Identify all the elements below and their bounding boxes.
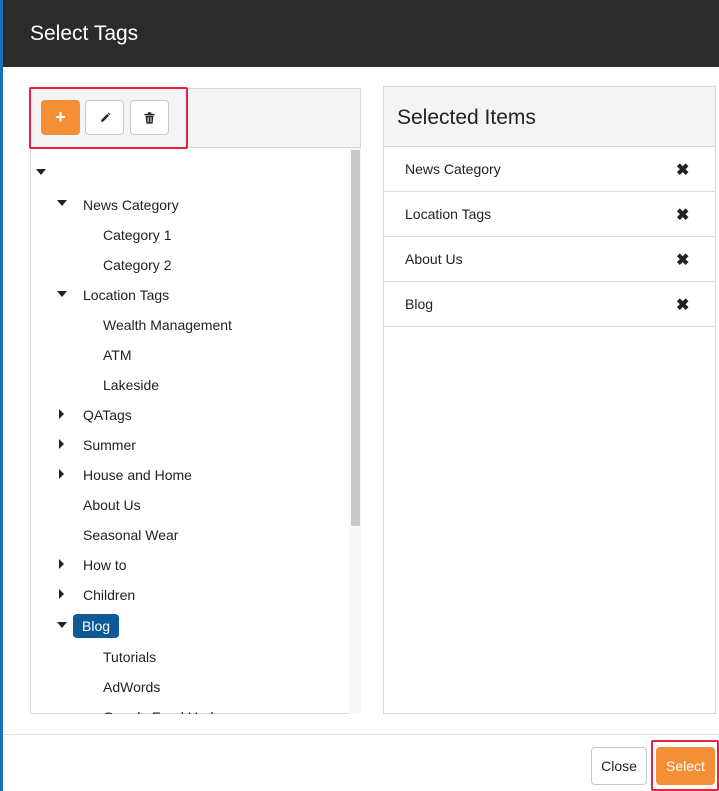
- tree-node[interactable]: About Us: [83, 493, 141, 517]
- tree-node[interactable]: QATags: [83, 403, 132, 427]
- edit-tag-button[interactable]: [85, 100, 124, 135]
- tree-node[interactable]: Seasonal Wear: [83, 523, 178, 547]
- tree-scrollbar-thumb[interactable]: [351, 150, 360, 526]
- selected-item-label: Blog: [405, 296, 434, 312]
- tree-node-selected[interactable]: Blog: [73, 613, 120, 639]
- tree-node[interactable]: Location Tags: [83, 283, 169, 307]
- tree-node[interactable]: AdWords: [103, 675, 160, 699]
- root-expander-icon[interactable]: [36, 169, 46, 175]
- tree-node[interactable]: Category 2: [103, 253, 171, 277]
- close-button[interactable]: Close: [591, 747, 647, 785]
- selected-item-row: Location Tags ✖: [384, 192, 715, 237]
- dialog-title: Select Tags: [30, 22, 139, 45]
- chevron-right-icon[interactable]: [59, 409, 64, 419]
- chevron-down-icon[interactable]: [57, 200, 67, 206]
- chevron-down-icon[interactable]: [57, 622, 67, 628]
- selected-item-row: News Category ✖: [384, 147, 715, 192]
- tree-node[interactable]: Wealth Management: [103, 313, 232, 337]
- chevron-right-icon[interactable]: [59, 589, 64, 599]
- close-icon[interactable]: ✖: [676, 295, 689, 315]
- delete-tag-button[interactable]: [130, 100, 169, 135]
- tree-node[interactable]: Children: [83, 583, 135, 607]
- footer-divider: [3, 734, 719, 735]
- close-icon[interactable]: ✖: [676, 250, 689, 270]
- tag-tree: News Category Category 1 Category 2 Loca…: [30, 148, 349, 714]
- selected-item-row: Blog ✖: [384, 282, 715, 327]
- tree-node[interactable]: Category 1: [103, 223, 171, 247]
- chevron-down-icon[interactable]: [57, 291, 67, 297]
- selected-items-title: Selected Items: [397, 106, 536, 129]
- selected-item-label: About Us: [405, 251, 463, 267]
- selected-items-panel: Selected Items News Category ✖ Location …: [383, 86, 716, 714]
- trash-icon: [144, 111, 155, 124]
- select-button[interactable]: Select: [656, 747, 715, 785]
- selected-item-label: Location Tags: [405, 206, 492, 222]
- select-tags-dialog: Select Tags + News Category Category 1 C…: [0, 0, 719, 791]
- dialog-header: Select Tags: [3, 0, 719, 67]
- tree-node[interactable]: Lakeside: [103, 373, 159, 397]
- selected-items-header: Selected Items: [384, 87, 715, 147]
- add-tag-button[interactable]: +: [41, 100, 80, 135]
- close-icon[interactable]: ✖: [676, 160, 689, 180]
- chevron-right-icon[interactable]: [59, 469, 64, 479]
- chevron-right-icon[interactable]: [59, 439, 64, 449]
- tree-node[interactable]: ATM: [103, 343, 132, 367]
- tree-node[interactable]: Google Feed Upd...: [103, 705, 225, 714]
- plus-icon: +: [55, 107, 66, 127]
- tree-node[interactable]: How to: [83, 553, 127, 577]
- selected-node-label: Blog: [73, 614, 120, 638]
- pencil-icon: [100, 112, 110, 122]
- close-icon[interactable]: ✖: [676, 205, 689, 225]
- selected-item-label: News Category: [405, 161, 501, 177]
- tree-node[interactable]: Summer: [83, 433, 136, 457]
- chevron-right-icon[interactable]: [59, 559, 64, 569]
- selected-item-row: About Us ✖: [384, 237, 715, 282]
- tree-node[interactable]: Tutorials: [103, 645, 156, 669]
- tree-node[interactable]: House and Home: [83, 463, 192, 487]
- tree-node[interactable]: News Category: [83, 193, 179, 217]
- dialog-left-border: [0, 0, 3, 791]
